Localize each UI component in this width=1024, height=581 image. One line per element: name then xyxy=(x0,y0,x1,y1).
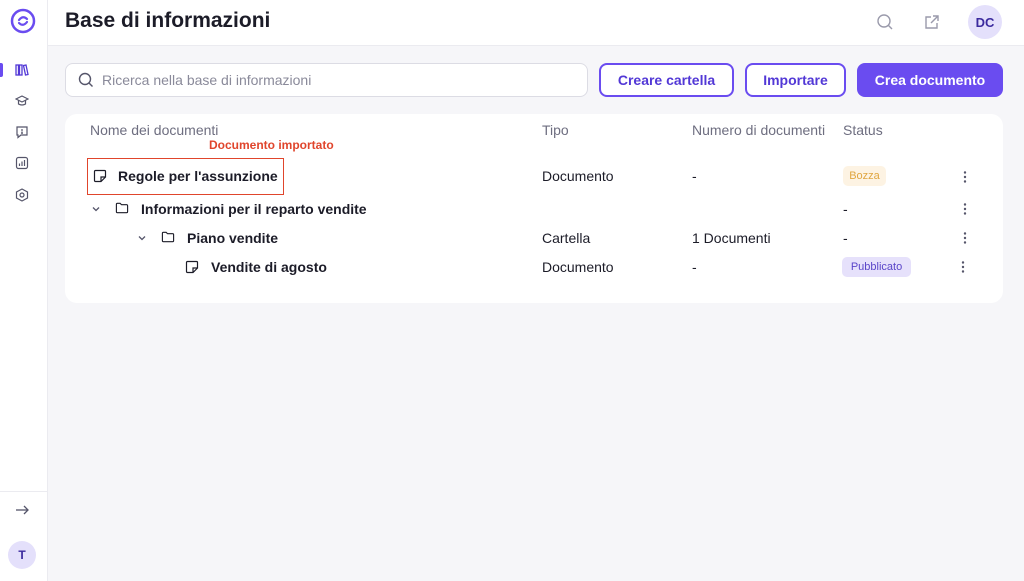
more-options-icon[interactable] xyxy=(959,201,971,217)
chevron-down-icon[interactable] xyxy=(136,232,148,244)
document-icon xyxy=(93,169,107,183)
row-type: Documento xyxy=(542,259,614,275)
chat-alert-icon[interactable] xyxy=(13,123,31,141)
import-button[interactable]: Importare xyxy=(745,63,846,97)
sidebar-active-indicator xyxy=(0,63,3,77)
row-name[interactable]: Vendite di agosto xyxy=(211,259,327,275)
arrow-right-icon[interactable] xyxy=(13,501,31,519)
row-count: 1 Documenti xyxy=(692,230,771,246)
user-avatar[interactable]: DC xyxy=(968,5,1002,39)
annotation-label: Documento importato xyxy=(209,138,334,152)
search-field[interactable] xyxy=(65,63,588,97)
top-bar: Base di informazioni DC xyxy=(48,0,1024,46)
more-options-icon[interactable] xyxy=(959,169,971,185)
app-logo[interactable] xyxy=(10,8,36,34)
more-options-icon[interactable] xyxy=(957,259,969,275)
row-type: Cartella xyxy=(542,230,591,246)
graduation-cap-icon[interactable] xyxy=(13,92,31,110)
row-count: - xyxy=(692,168,697,184)
row-status: - xyxy=(843,201,848,217)
search-icon[interactable] xyxy=(874,11,896,33)
column-header-status: Status xyxy=(843,122,883,138)
sidebar-divider xyxy=(0,491,48,492)
page-title: Base di informazioni xyxy=(65,9,271,32)
library-icon[interactable] xyxy=(13,61,31,79)
external-link-icon[interactable] xyxy=(921,11,943,33)
folder-icon xyxy=(115,201,129,215)
row-status: - xyxy=(843,230,848,246)
search-icon xyxy=(78,72,94,88)
chevron-down-icon[interactable] xyxy=(90,203,102,215)
column-header-name: Nome dei documenti xyxy=(90,122,219,138)
document-icon xyxy=(185,260,199,274)
more-options-icon[interactable] xyxy=(959,230,971,246)
row-count: - xyxy=(692,259,697,275)
documents-table: Nome dei documenti Tipo Numero di docume… xyxy=(65,114,1003,303)
sidebar-avatar[interactable]: T xyxy=(8,541,36,569)
status-badge: Bozza xyxy=(843,166,886,186)
settings-hexagon-icon[interactable] xyxy=(13,186,31,204)
analytics-icon[interactable] xyxy=(13,154,31,172)
row-type: Documento xyxy=(542,168,614,184)
folder-icon xyxy=(161,230,175,244)
column-header-count: Numero di documenti xyxy=(692,122,826,138)
column-header-type: Tipo xyxy=(542,122,569,138)
create-document-button[interactable]: Crea documento xyxy=(857,63,1003,97)
status-badge: Pubblicato xyxy=(842,257,911,277)
row-name[interactable]: Informazioni per il reparto vendite xyxy=(141,201,367,217)
row-name[interactable]: Piano vendite xyxy=(187,230,278,246)
search-input[interactable] xyxy=(102,72,572,88)
create-folder-button[interactable]: Creare cartella xyxy=(599,63,734,97)
row-name[interactable]: Regole per l'assunzione xyxy=(118,168,278,184)
sidebar: T xyxy=(0,0,48,581)
